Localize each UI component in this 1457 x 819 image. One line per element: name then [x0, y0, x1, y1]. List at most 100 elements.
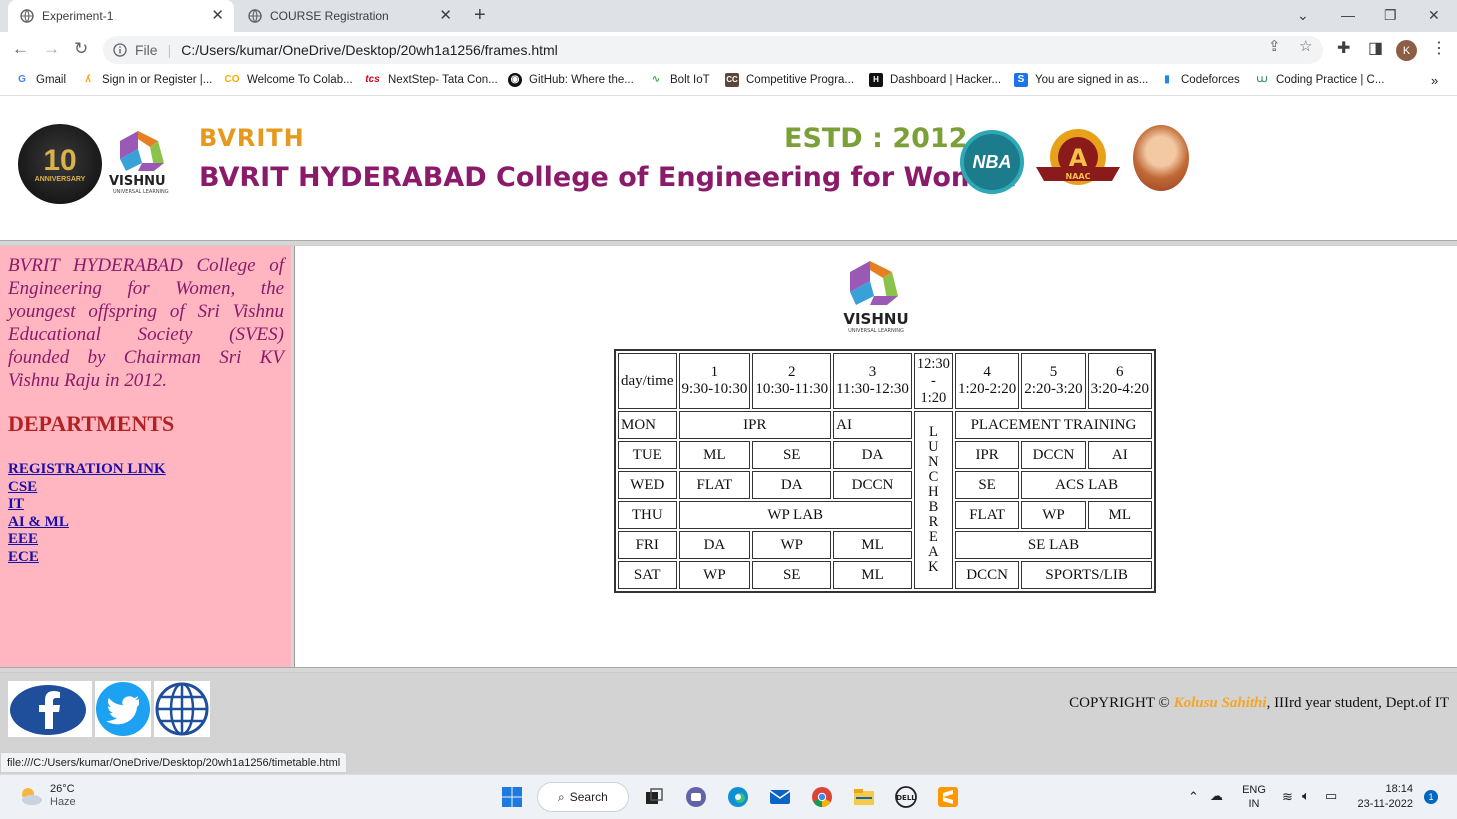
search-label: Search [569, 790, 608, 804]
tab-experiment-1[interactable]: Experiment-1 ✕ [8, 0, 234, 32]
menu-icon[interactable]: ⋮ [1431, 40, 1447, 58]
facebook-icon[interactable] [8, 681, 92, 737]
windows-start-icon[interactable] [500, 785, 524, 809]
battery-icon[interactable]: ▭ [1325, 788, 1337, 804]
bookmark-hackerrank[interactable]: H Dashboard | Hacker... [869, 73, 1001, 87]
colab-icon: CO [224, 74, 240, 85]
edge-icon[interactable] [726, 785, 750, 809]
wifi-icon[interactable]: ≋ [1282, 789, 1293, 805]
established-year: ESTD : 2012 [784, 123, 968, 154]
day-cell: THU [618, 501, 677, 529]
taskbar-search[interactable]: ⌕ Search [537, 782, 629, 812]
profile-avatar[interactable]: K [1396, 40, 1417, 61]
naac-logo: A NAAC [1036, 129, 1120, 185]
chrome-icon[interactable] [810, 785, 834, 809]
subject-cell: IPR [678, 411, 832, 439]
weather-icon [22, 788, 42, 805]
new-tab-button[interactable]: + [474, 4, 486, 26]
bookmark-github[interactable]: ◉ GitHub: Where the... [508, 73, 634, 87]
bookmark-label: GitHub: Where the... [529, 74, 634, 86]
forward-icon[interactable]: → [43, 40, 60, 58]
back-icon[interactable]: ← [12, 40, 29, 58]
svg-text:DELL: DELL [896, 794, 916, 802]
language-indicator[interactable]: ENG IN [1240, 783, 1268, 811]
mail-icon[interactable] [768, 785, 792, 809]
bookmark-label: You are signed in as... [1035, 74, 1149, 86]
weather-widget[interactable]: 26°C Haze [18, 783, 76, 809]
task-view-icon[interactable] [642, 785, 666, 809]
dell-icon[interactable]: DELL [894, 785, 918, 809]
maximize-button[interactable]: ❐ [1384, 6, 1397, 24]
period-number: 3 [868, 364, 877, 380]
day-cell: TUE [618, 441, 677, 469]
lunch-letter: C [928, 469, 939, 485]
lunch-letter: L [928, 424, 938, 440]
header-period-1: 1 9:30-10:30 [678, 353, 751, 409]
svg-text:UNIVERSAL LEARNING: UNIVERSAL LEARNING [113, 189, 169, 195]
url-text: C:/Users/kumar/OneDrive/Desktop/20wh1a12… [181, 42, 558, 58]
gfg-icon: ⩊ [1256, 74, 1268, 85]
reload-icon[interactable]: ↻ [74, 40, 88, 58]
it-link[interactable]: IT [8, 496, 166, 514]
bookmark-nextstep[interactable]: tcs NextStep- Tata Con... [364, 73, 497, 87]
show-hidden-icons[interactable]: ⌃ [1188, 789, 1199, 805]
registration-link[interactable]: REGISTRATION LINK [8, 461, 166, 479]
twitter-icon[interactable] [95, 681, 151, 737]
tab-course-registration[interactable]: COURSE Registration ✕ [236, 0, 462, 32]
close-window-button[interactable]: ✕ [1428, 6, 1440, 24]
period-number: 4 [983, 364, 991, 380]
header-period-5: 5 2:20-3:20 [1021, 353, 1086, 409]
address-bar[interactable]: File | C:/Users/kumar/OneDrive/Desktop/2… [103, 36, 1323, 64]
sublime-text-icon[interactable] [936, 785, 960, 809]
tab-search-icon[interactable]: ⌄ [1297, 6, 1309, 24]
teams-chat-icon[interactable] [684, 785, 708, 809]
share-icon[interactable]: ⇪ [1268, 37, 1281, 55]
search-icon: ⌕ [558, 789, 565, 804]
side-panel-icon[interactable]: ◨ [1368, 40, 1383, 58]
bookmark-coding-practice[interactable]: ⩊ Coding Practice | C... [1255, 73, 1385, 87]
subject-cell: DCCN [833, 471, 912, 499]
subject-cell: ML [1087, 501, 1152, 529]
bookmark-sign-in[interactable]: ʎ Sign in or Register |... [81, 73, 212, 87]
subject-cell: ML [833, 531, 912, 559]
volume-icon[interactable]: 🔈︎ [1302, 788, 1310, 804]
bookmark-competitive[interactable]: CC Competitive Progra... [725, 73, 854, 87]
bookmark-colab[interactable]: CO Welcome To Colab... [224, 73, 353, 87]
subject-cell: SPORTS/LIB [1021, 561, 1152, 589]
weather-condition: Haze [50, 796, 76, 808]
period-time: 1:20-2:20 [957, 381, 1017, 397]
bookmark-codeforces[interactable]: ▮ Codeforces [1160, 73, 1240, 87]
bookmarks-overflow[interactable]: » [1431, 73, 1438, 88]
github-icon: ◉ [508, 73, 522, 87]
close-tab-icon[interactable]: ✕ [211, 8, 224, 23]
frame-divider-vertical[interactable] [291, 246, 295, 667]
lunch-letter: E [928, 529, 938, 545]
network-tray-icon[interactable]: ☁ [1210, 788, 1223, 804]
lunch-letter: N [928, 454, 939, 470]
bookmark-gmail[interactable]: G Gmail [15, 73, 66, 87]
close-tab-icon[interactable]: ✕ [439, 8, 452, 23]
minimize-button[interactable]: — [1341, 6, 1355, 24]
period-number: 1 [710, 364, 719, 380]
notification-badge[interactable]: 1 [1424, 790, 1438, 804]
bookmark-label: Codeforces [1181, 74, 1240, 86]
bookmark-signed-in[interactable]: S You are signed in as... [1014, 73, 1148, 87]
separator: | [167, 42, 172, 58]
eee-link[interactable]: EEE [8, 531, 166, 549]
svg-text:NAAC: NAAC [1066, 172, 1091, 181]
globe-icon [20, 9, 34, 23]
extensions-icon[interactable]: ✚ [1337, 40, 1350, 58]
bookmark-star-icon[interactable]: ☆ [1299, 37, 1312, 55]
globe-icon[interactable] [154, 681, 210, 737]
codechef-icon: CC [725, 73, 739, 87]
file-explorer-icon[interactable] [852, 785, 876, 809]
ece-link[interactable]: ECE [8, 549, 166, 567]
clock[interactable]: 18:14 23-11-2022 [1355, 782, 1413, 812]
ai-ml-link[interactable]: AI & ML [8, 514, 166, 532]
bookmark-bolt-iot[interactable]: ∿ Bolt IoT [649, 73, 710, 87]
subject-cell: DA [678, 531, 751, 559]
subject-cell: WP LAB [678, 501, 912, 529]
cse-link[interactable]: CSE [8, 479, 166, 497]
copyright-text: COPYRIGHT © Kolusu Sahithi, IIIrd year s… [1069, 695, 1449, 712]
copyright-suffix: , IIIrd year student, Dept.of IT [1266, 695, 1449, 711]
